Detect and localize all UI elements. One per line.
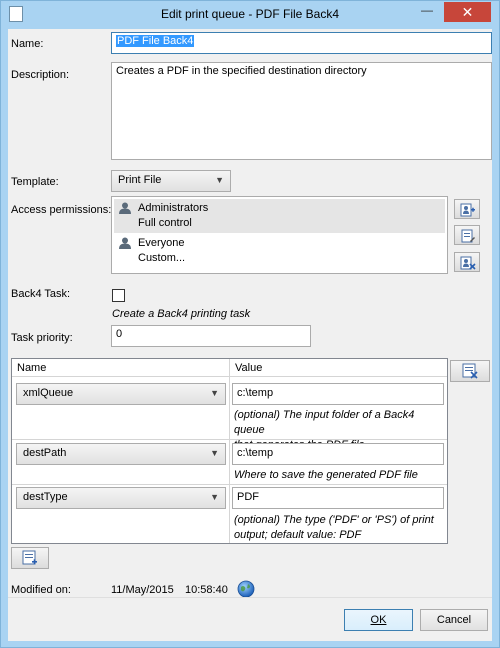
task-priority-label: Task priority: — [11, 332, 73, 344]
dialog-body: Name: PDF File Back4 Description: Create… — [8, 29, 492, 641]
chevron-down-icon: ▼ — [210, 388, 219, 398]
title-bar[interactable]: Edit print queue - PDF File Back4 — ✕ — [1, 1, 499, 29]
param-name-select-destpath[interactable]: destPath ▼ — [16, 443, 226, 465]
cancel-button[interactable]: Cancel — [420, 609, 488, 631]
param-value-input-desttype[interactable]: PDF — [232, 487, 444, 509]
grid-header-value: Value — [235, 362, 263, 374]
task-priority-value: 0 — [116, 328, 123, 340]
permission-rights: Full control — [138, 217, 192, 229]
parameters-grid: Name Value xmlQueue ▼ c:\temp (optional)… — [11, 358, 448, 544]
description-input-value: Creates a PDF in the specified destinati… — [116, 65, 367, 77]
param-name-select-desttype[interactable]: destType ▼ — [16, 487, 226, 509]
param-name-value: xmlQueue — [23, 387, 74, 399]
param-name-value: destType — [23, 491, 68, 503]
ok-button[interactable]: OK — [344, 609, 413, 631]
grid-header-name: Name — [17, 362, 47, 374]
template-label: Template: — [11, 176, 59, 188]
template-select[interactable]: Print File ▼ — [111, 170, 231, 192]
permission-item-administrators[interactable]: Administrators Full control — [114, 199, 445, 233]
back4-task-checkbox[interactable] — [112, 289, 125, 302]
permission-user-name: Everyone — [138, 237, 185, 249]
back4-task-label: Back4 Task: — [11, 288, 71, 300]
remove-row-icon — [462, 363, 478, 379]
param-value-input-xmlqueue[interactable]: c:\temp — [232, 383, 444, 405]
param-value: c:\temp — [237, 387, 274, 399]
permissions-list[interactable]: Administrators Full control Everyone Cus… — [111, 196, 448, 274]
access-permissions-label: Access permissions: — [11, 204, 112, 216]
dialog-window: Edit print queue - PDF File Back4 — ✕ Na… — [0, 0, 500, 648]
param-description-line: output; default value: PDF — [234, 529, 362, 541]
modified-date: 11/May/2015 — [111, 584, 174, 596]
param-value-input-destpath[interactable]: c:\temp — [232, 443, 444, 465]
description-input[interactable]: Creates a PDF in the specified destinati… — [111, 62, 492, 160]
add-user-icon — [460, 203, 475, 217]
chevron-down-icon: ▼ — [215, 175, 224, 185]
edit-user-icon — [461, 229, 475, 243]
template-select-value: Print File — [118, 174, 162, 186]
permission-user-name: Administrators — [138, 202, 209, 214]
cancel-button-label: Cancel — [436, 614, 472, 626]
close-button[interactable]: ✕ — [444, 2, 491, 22]
ok-button-label: OK — [370, 614, 387, 626]
permission-item-everyone[interactable]: Everyone Custom... — [114, 234, 445, 268]
param-value: PDF — [237, 491, 259, 503]
dialog-footer: OK Cancel — [8, 597, 492, 641]
name-label: Name: — [11, 38, 44, 50]
back4-task-hint: Create a Back4 printing task — [112, 308, 251, 320]
permission-rights: Custom... — [138, 252, 186, 264]
chevron-down-icon: ▼ — [210, 492, 219, 502]
name-input-value: PDF File Back4 — [116, 35, 195, 47]
chevron-down-icon: ▼ — [210, 448, 219, 458]
modified-on-label: Modified on: — [11, 584, 71, 596]
remove-user-icon — [460, 256, 476, 270]
name-input[interactable]: PDF File Back4 — [111, 32, 492, 54]
edit-permission-button[interactable] — [454, 225, 480, 245]
user-icon — [119, 202, 131, 214]
description-label: Description: — [11, 69, 70, 81]
grid-column-divider — [229, 359, 230, 543]
param-name-value: destPath — [23, 447, 67, 459]
param-description-line: Where to save the generated PDF file — [234, 469, 418, 481]
param-description: Where to save the generated PDF file — [234, 468, 418, 483]
param-value: c:\temp — [237, 447, 274, 459]
task-priority-input[interactable]: 0 — [111, 325, 311, 347]
globe-icon[interactable] — [237, 580, 255, 598]
minimize-button[interactable]: — — [414, 2, 440, 22]
user-icon — [119, 237, 131, 249]
add-parameter-button[interactable] — [11, 547, 49, 569]
row-divider — [12, 484, 447, 485]
param-name-select-xmlqueue[interactable]: xmlQueue ▼ — [16, 383, 226, 405]
modified-time: 10:58:40 — [185, 584, 228, 596]
remove-permission-button[interactable] — [454, 252, 480, 272]
add-permission-button[interactable] — [454, 199, 480, 219]
remove-parameter-button[interactable] — [450, 360, 490, 382]
param-description-line: (optional) The input folder of a Back4 q… — [234, 409, 415, 436]
param-description: (optional) The type ('PDF' or 'PS') of p… — [234, 513, 434, 543]
param-description-line: (optional) The type ('PDF' or 'PS') of p… — [234, 514, 434, 526]
add-row-icon — [22, 550, 37, 565]
row-divider — [12, 439, 447, 440]
